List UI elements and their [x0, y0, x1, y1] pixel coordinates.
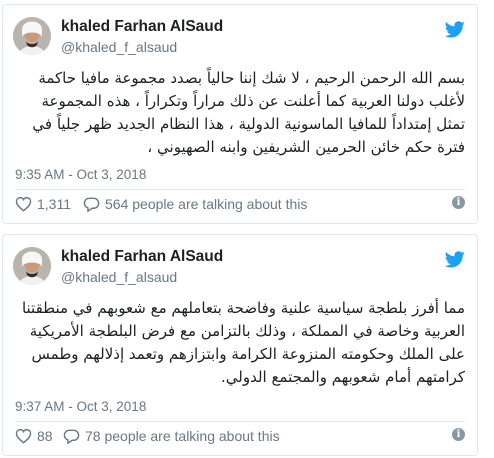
display-name[interactable]: khaled Farhan AlSaud: [61, 248, 223, 266]
speech-bubble-icon: [63, 429, 80, 444]
twitter-bird-icon[interactable]: [445, 21, 465, 38]
tweet-header: khaled Farhan AlSaud @khaled_f_alsaud: [3, 235, 477, 295]
divider: [15, 421, 465, 422]
speech-bubble-icon: [83, 197, 100, 212]
avatar[interactable]: [13, 247, 51, 285]
display-name[interactable]: khaled Farhan AlSaud: [61, 18, 223, 36]
twitter-bird-icon[interactable]: [445, 251, 465, 268]
tweet-actions: 88 78 people are talking about this i: [15, 425, 465, 447]
like-count: 88: [37, 428, 53, 444]
tweet-timestamp[interactable]: 9:35 AM - Oct 3, 2018: [15, 167, 146, 182]
tweet-text: مما أفرز بلطجة سياسية علنية وفاضحة بتعام…: [21, 299, 465, 386]
conversation-button[interactable]: 78 people are talking about this: [63, 425, 280, 447]
info-icon[interactable]: i: [452, 428, 465, 441]
heart-icon: [15, 196, 32, 212]
user-handle[interactable]: @khaled_f_alsaud: [61, 269, 177, 285]
talking-count: 564 people are talking about this: [105, 196, 308, 212]
tweet-text: بسم الله الرحمن الرحيم ، لا شك إننا حالي…: [32, 69, 465, 156]
user-handle[interactable]: @khaled_f_alsaud: [61, 39, 177, 55]
info-icon[interactable]: i: [452, 196, 465, 209]
divider: [15, 189, 465, 190]
tweet-header: khaled Farhan AlSaud @khaled_f_alsaud: [3, 5, 477, 65]
tweet-timestamp[interactable]: 9:37 AM - Oct 3, 2018: [15, 399, 146, 414]
tweet-card[interactable]: khaled Farhan AlSaud @khaled_f_alsaud بس…: [2, 4, 478, 224]
like-button[interactable]: 1,311: [15, 193, 71, 215]
like-count: 1,311: [37, 196, 71, 212]
like-button[interactable]: 88: [15, 425, 53, 447]
talking-count: 78 people are talking about this: [85, 428, 280, 444]
avatar[interactable]: [13, 17, 51, 55]
tweet-card[interactable]: khaled Farhan AlSaud @khaled_f_alsaud مم…: [2, 234, 478, 456]
conversation-button[interactable]: 564 people are talking about this: [83, 193, 307, 215]
tweet-actions: 1,311 564 people are talking about this …: [15, 193, 465, 215]
heart-icon: [15, 428, 32, 444]
